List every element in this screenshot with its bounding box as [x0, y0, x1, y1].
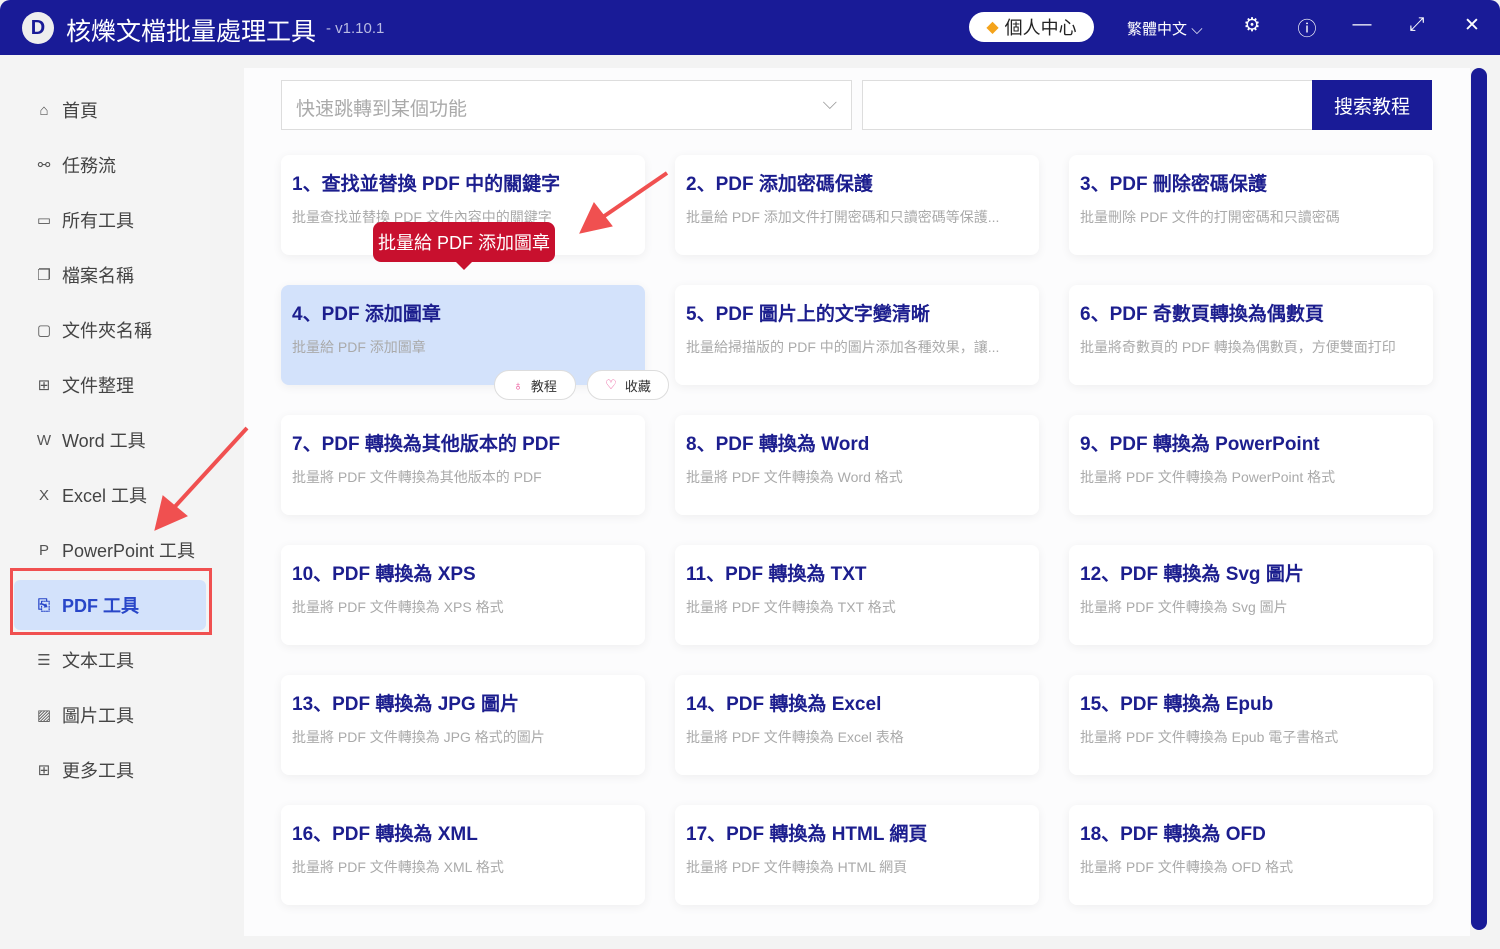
annotation-arrow	[579, 171, 669, 234]
annotation-arrows	[154, 171, 669, 531]
annotation-arrow	[154, 426, 249, 531]
